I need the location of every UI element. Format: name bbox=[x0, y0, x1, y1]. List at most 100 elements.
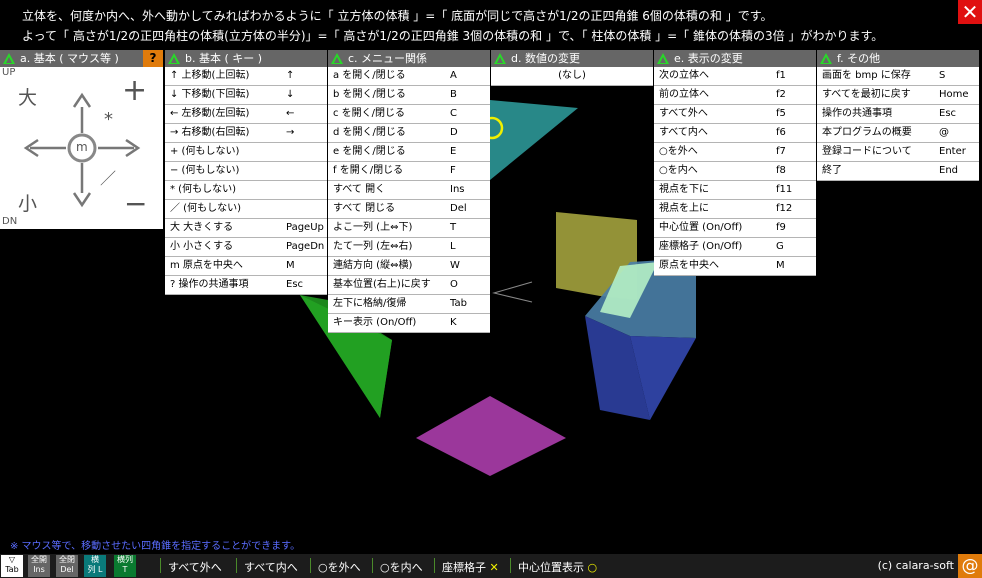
menu-e-row[interactable]: 原点を中央へ M bbox=[654, 257, 816, 276]
menu-item-key: O bbox=[450, 279, 458, 290]
menu-b: b. 基本 ( キー ) ↑ 上移動(上回転) ↑ ↓ 下移動(下回転) ↓ ← 左移動… bbox=[165, 50, 327, 295]
menu-item-key: F bbox=[450, 165, 456, 176]
menu-b-row[interactable]: ↑ 上移動(上回転) ↑ bbox=[165, 67, 327, 86]
menu-b-row[interactable]: ／ (何もしない) bbox=[165, 200, 327, 219]
menu-b-row[interactable]: 小 小さくする PageDn bbox=[165, 238, 327, 257]
menu-e-row[interactable]: すべて外へ f5 bbox=[654, 105, 816, 124]
menu-b-title: b. 基本 ( キー ) bbox=[185, 52, 263, 65]
menu-c-row[interactable]: 基本位置(右上)に戻す O bbox=[328, 276, 490, 295]
collapse-triangle-icon[interactable] bbox=[820, 53, 832, 64]
menu-e-row[interactable]: 座標格子 (On/Off) G bbox=[654, 238, 816, 257]
menu-d-item-label: (なし) bbox=[558, 70, 586, 81]
menu-item-key: Esc bbox=[286, 279, 304, 290]
menu-b-row[interactable]: ? 操作の共通事項 Esc bbox=[165, 276, 327, 295]
menu-e-row[interactable]: 中心位置 (On/Off) f9 bbox=[654, 219, 816, 238]
menu-c-row[interactable]: すべて 開く Ins bbox=[328, 181, 490, 200]
menu-c-row[interactable]: よこ一列 (上⇔下) T bbox=[328, 219, 490, 238]
help-button[interactable]: ? bbox=[143, 50, 163, 67]
tab-store-button[interactable]: ▽ Tab bbox=[1, 555, 23, 577]
menu-f-header[interactable]: f. その他 bbox=[817, 50, 979, 67]
open-all-button[interactable]: 全開 Ins bbox=[28, 555, 50, 577]
menu-e-row[interactable]: すべて内へ f6 bbox=[654, 124, 816, 143]
menu-e-row[interactable]: 前の立体へ f2 bbox=[654, 86, 816, 105]
menu-b-row[interactable]: ← 左移動(左回転) ← bbox=[165, 105, 327, 124]
menu-f-row[interactable]: 画面を bmp に保存 S bbox=[817, 67, 979, 86]
menu-b-header[interactable]: b. 基本 ( キー ) bbox=[165, 50, 327, 67]
menu-c-row[interactable]: d を開く/閉じる D bbox=[328, 124, 490, 143]
menu-f-row[interactable]: 終了 End bbox=[817, 162, 979, 181]
column-layout-button[interactable]: 横 列 L bbox=[84, 555, 106, 577]
menu-c-row[interactable]: c を開く/閉じる C bbox=[328, 105, 490, 124]
menu-e-row[interactable]: 視点を下に f11 bbox=[654, 181, 816, 200]
menu-b-row[interactable]: m 原点を中央へ M bbox=[165, 257, 327, 276]
collapse-triangle-icon[interactable] bbox=[331, 53, 343, 64]
menu-item-label: ← 左移動(左回転) bbox=[170, 108, 250, 119]
menu-e-title: e. 表示の変更 bbox=[674, 52, 743, 65]
menu-c-row[interactable]: a を開く/閉じる A bbox=[328, 67, 490, 86]
collapse-triangle-icon[interactable] bbox=[494, 53, 506, 64]
menu-item-label: 小 小さくする bbox=[170, 241, 234, 252]
pad-center-button[interactable]: m bbox=[76, 140, 88, 154]
menu-item-key: Ins bbox=[450, 184, 465, 195]
menu-c-header[interactable]: c. メニュー関係 bbox=[328, 50, 490, 67]
collapse-triangle-icon[interactable] bbox=[3, 53, 15, 64]
menu-item-label: ○を内へ bbox=[659, 165, 698, 176]
menu-c: c. メニュー関係 a を開く/閉じる Ab を開く/閉じる Bc を開く/閉じる C… bbox=[328, 50, 490, 333]
menu-item-key: C bbox=[450, 108, 457, 119]
menu-c-row[interactable]: 左下に格納/復帰 Tab bbox=[328, 295, 490, 314]
menu-item-key: f12 bbox=[776, 203, 793, 214]
menu-c-row[interactable]: 連結方向 (縦⇔横) W bbox=[328, 257, 490, 276]
menu-c-row[interactable]: キー表示 (On/Off) K bbox=[328, 314, 490, 333]
all-in-button[interactable]: すべて内へ bbox=[244, 559, 298, 575]
menu-e-row[interactable]: ○を外へ f7 bbox=[654, 143, 816, 162]
menu-f-row[interactable]: 登録コードについて Enter bbox=[817, 143, 979, 162]
menu-b-row[interactable]: 大 大きくする PageUp bbox=[165, 219, 327, 238]
menu-f-row[interactable]: 操作の共通事項 Esc bbox=[817, 105, 979, 124]
menu-e-row[interactable]: 視点を上に f12 bbox=[654, 200, 816, 219]
menu-e: e. 表示の変更 次の立体へ f1 前の立体へ f2 すべて外へ f5 すべて内へ f6 ○を外… bbox=[654, 50, 816, 276]
about-button[interactable]: @ bbox=[958, 554, 982, 578]
menu-item-label: よこ一列 (上⇔下) bbox=[333, 222, 413, 233]
column-layout-top: 横 bbox=[91, 555, 99, 564]
pyramid-teal[interactable] bbox=[490, 100, 578, 180]
menu-a-header[interactable]: a. 基本 ( マウス等 ) ? bbox=[0, 50, 163, 67]
menu-item-key: D bbox=[450, 127, 458, 138]
separator bbox=[236, 558, 237, 573]
menu-f-row[interactable]: 本プログラムの概要 @ bbox=[817, 124, 979, 143]
menu-c-row[interactable]: f を開く/閉じる F bbox=[328, 162, 490, 181]
menu-e-row[interactable]: 次の立体へ f1 bbox=[654, 67, 816, 86]
menu-item-key: Tab bbox=[450, 298, 467, 309]
menu-d-title: d. 数値の変更 bbox=[511, 52, 580, 65]
menu-b-row[interactable]: − (何もしない) bbox=[165, 162, 327, 181]
all-out-button[interactable]: すべて外へ bbox=[168, 559, 222, 575]
menu-e-header[interactable]: e. 表示の変更 bbox=[654, 50, 816, 67]
pyramid-magenta[interactable] bbox=[416, 396, 566, 476]
menu-c-row[interactable]: すべて 閉じる Del bbox=[328, 200, 490, 219]
menu-b-row[interactable]: + (何もしない) bbox=[165, 143, 327, 162]
menu-c-row[interactable]: たて一列 (左⇔右) L bbox=[328, 238, 490, 257]
menu-d-header[interactable]: d. 数値の変更 bbox=[491, 50, 653, 67]
menu-c-row[interactable]: b を開く/閉じる B bbox=[328, 86, 490, 105]
row-layout-button[interactable]: 横列 T bbox=[114, 555, 136, 577]
menu-c-row[interactable]: e を開く/閉じる E bbox=[328, 143, 490, 162]
menu-f-row[interactable]: すべてを最初に戻す Home bbox=[817, 86, 979, 105]
menu-item-label: ? 操作の共通事項 bbox=[170, 279, 249, 290]
circle-out-button[interactable]: ○を外へ bbox=[318, 559, 361, 575]
menu-item-label: 連結方向 (縦⇔横) bbox=[333, 260, 413, 271]
menu-c-items: a を開く/閉じる Ab を開く/閉じる Bc を開く/閉じる Cd を開く/閉じる D… bbox=[328, 67, 490, 333]
circle-in-button[interactable]: ○を内へ bbox=[380, 559, 423, 575]
menu-b-row[interactable]: * (何もしない) bbox=[165, 181, 327, 200]
menu-item-key: → bbox=[286, 127, 295, 138]
center-display-button[interactable]: 中心位置表示 ○ bbox=[518, 559, 597, 575]
grid-toggle-button[interactable]: 座標格子 ✕ bbox=[442, 559, 499, 575]
menu-e-row[interactable]: ○を内へ f8 bbox=[654, 162, 816, 181]
menu-e-items: 次の立体へ f1 前の立体へ f2 すべて外へ f5 すべて内へ f6 ○を外へ f7 ○を内へ f8… bbox=[654, 67, 816, 276]
collapse-triangle-icon[interactable] bbox=[657, 53, 669, 64]
collapse-triangle-icon[interactable] bbox=[168, 53, 180, 64]
menu-b-row[interactable]: ↓ 下移動(下回転) ↓ bbox=[165, 86, 327, 105]
close-all-button[interactable]: 全閉 Del bbox=[56, 555, 78, 577]
column-layout-bottom: 列 L bbox=[87, 565, 103, 574]
menu-item-label: b を開く/閉じる bbox=[333, 89, 406, 100]
menu-b-row[interactable]: → 右移動(右回転) → bbox=[165, 124, 327, 143]
mouse-control-pad[interactable]: UP DN 大 小 + − * ／ m bbox=[0, 67, 163, 229]
